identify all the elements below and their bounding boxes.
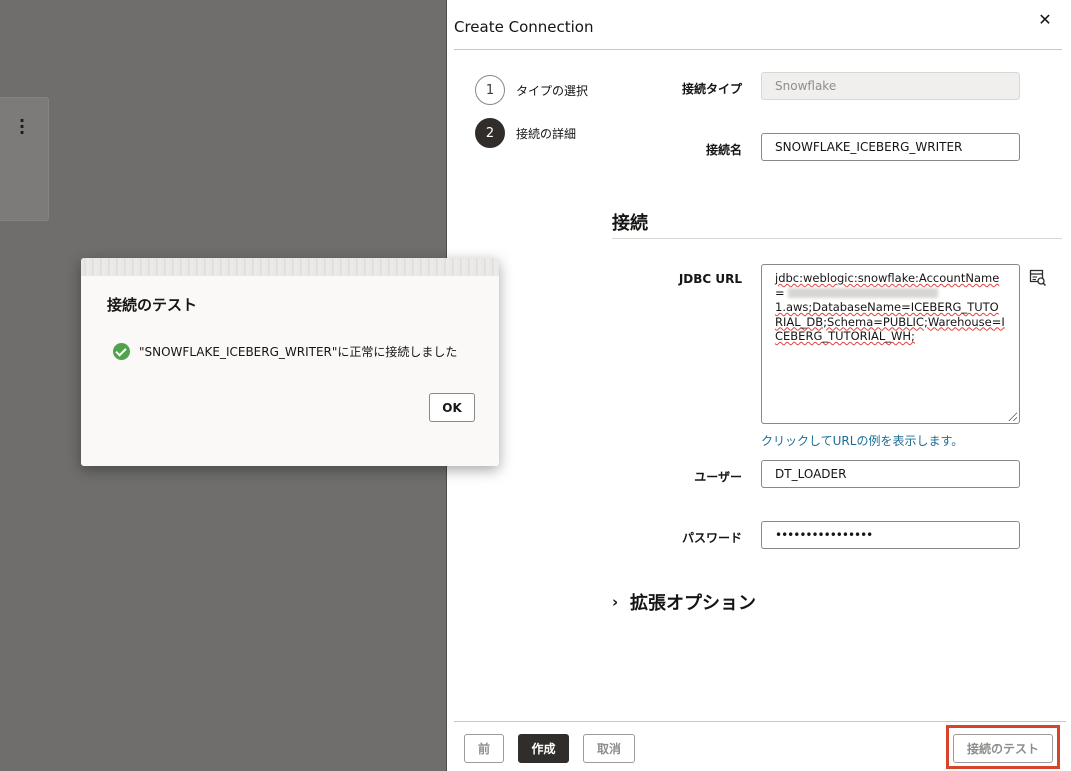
step-select-type[interactable]: 1 タイプの選択 — [475, 75, 588, 105]
ok-button[interactable]: OK — [429, 393, 475, 422]
section-title: 接続 — [612, 213, 648, 234]
dialog-header-bar — [81, 258, 499, 276]
dialog-title: 接続のテスト — [107, 296, 198, 314]
connection-name-input[interactable]: SNOWFLAKE_ICEBERG_WRITER — [761, 133, 1020, 161]
highlight-annotation — [946, 725, 1060, 769]
user-label: ユーザー — [694, 470, 742, 484]
password-input[interactable]: •••••••••••••••• — [761, 521, 1020, 549]
user-input[interactable]: DT_LOADER — [761, 460, 1020, 488]
connection-type-field: Snowflake — [761, 72, 1020, 100]
cancel-button[interactable]: 取消 — [583, 734, 635, 763]
title-divider — [454, 49, 1062, 50]
password-label: パスワード — [681, 531, 742, 545]
background-card: · · · — [0, 97, 49, 221]
jdbc-url-rest: 1.aws;DatabaseName=ICEBERG_TUTORIAL_DB;S… — [775, 300, 1005, 343]
create-button[interactable]: 作成 — [518, 734, 569, 763]
jdbc-url-line1: jdbc:weblogic:snowflake:AccountName — [775, 271, 1000, 285]
success-check-icon — [113, 343, 130, 360]
redacted-account — [788, 288, 939, 298]
connection-type-label: 接続タイプ — [681, 82, 742, 96]
step-number: 1 — [475, 75, 505, 105]
back-button[interactable]: 前 — [464, 734, 504, 763]
chevron-right-icon: › — [612, 593, 619, 611]
kebab-menu-icon[interactable]: · · · — [14, 113, 30, 141]
section-divider — [612, 238, 1062, 239]
lookup-icon[interactable] — [1029, 269, 1047, 287]
jdbc-url-line2-prefix: = — [775, 285, 785, 300]
dialog-message: "SNOWFLAKE_ICEBERG_WRITER"に正常に接続しました — [113, 343, 457, 360]
connection-name-label: 接続名 — [705, 143, 742, 157]
jdbc-example-link[interactable]: クリックしてURLの例を表示します。 — [761, 432, 963, 449]
advanced-options-label: 拡張オプション — [630, 593, 756, 614]
create-connection-drawer: Create Connection ✕ 1 タイプの選択 2 接続の詳細 接続タ… — [446, 0, 1071, 771]
resize-handle[interactable] — [1008, 412, 1017, 421]
advanced-options-expander[interactable]: › 拡張オプション — [612, 589, 756, 615]
close-icon[interactable]: ✕ — [1035, 10, 1055, 30]
footer-divider — [454, 721, 1066, 722]
jdbc-url-label: JDBC URL — [678, 272, 742, 286]
dialog-message-text: "SNOWFLAKE_ICEBERG_WRITER"に正常に接続しました — [139, 345, 458, 359]
step-number: 2 — [475, 118, 505, 148]
test-connection-dialog: 接続のテスト "SNOWFLAKE_ICEBERG_WRITER"に正常に接続し… — [81, 258, 499, 466]
jdbc-url-textarea[interactable]: jdbc:weblogic:snowflake:AccountName = 1.… — [761, 264, 1020, 424]
drawer-title: Create Connection — [454, 18, 594, 36]
step-label: 接続の詳細 — [516, 126, 577, 141]
step-label: タイプの選択 — [516, 83, 589, 98]
step-connection-details[interactable]: 2 接続の詳細 — [475, 118, 576, 148]
